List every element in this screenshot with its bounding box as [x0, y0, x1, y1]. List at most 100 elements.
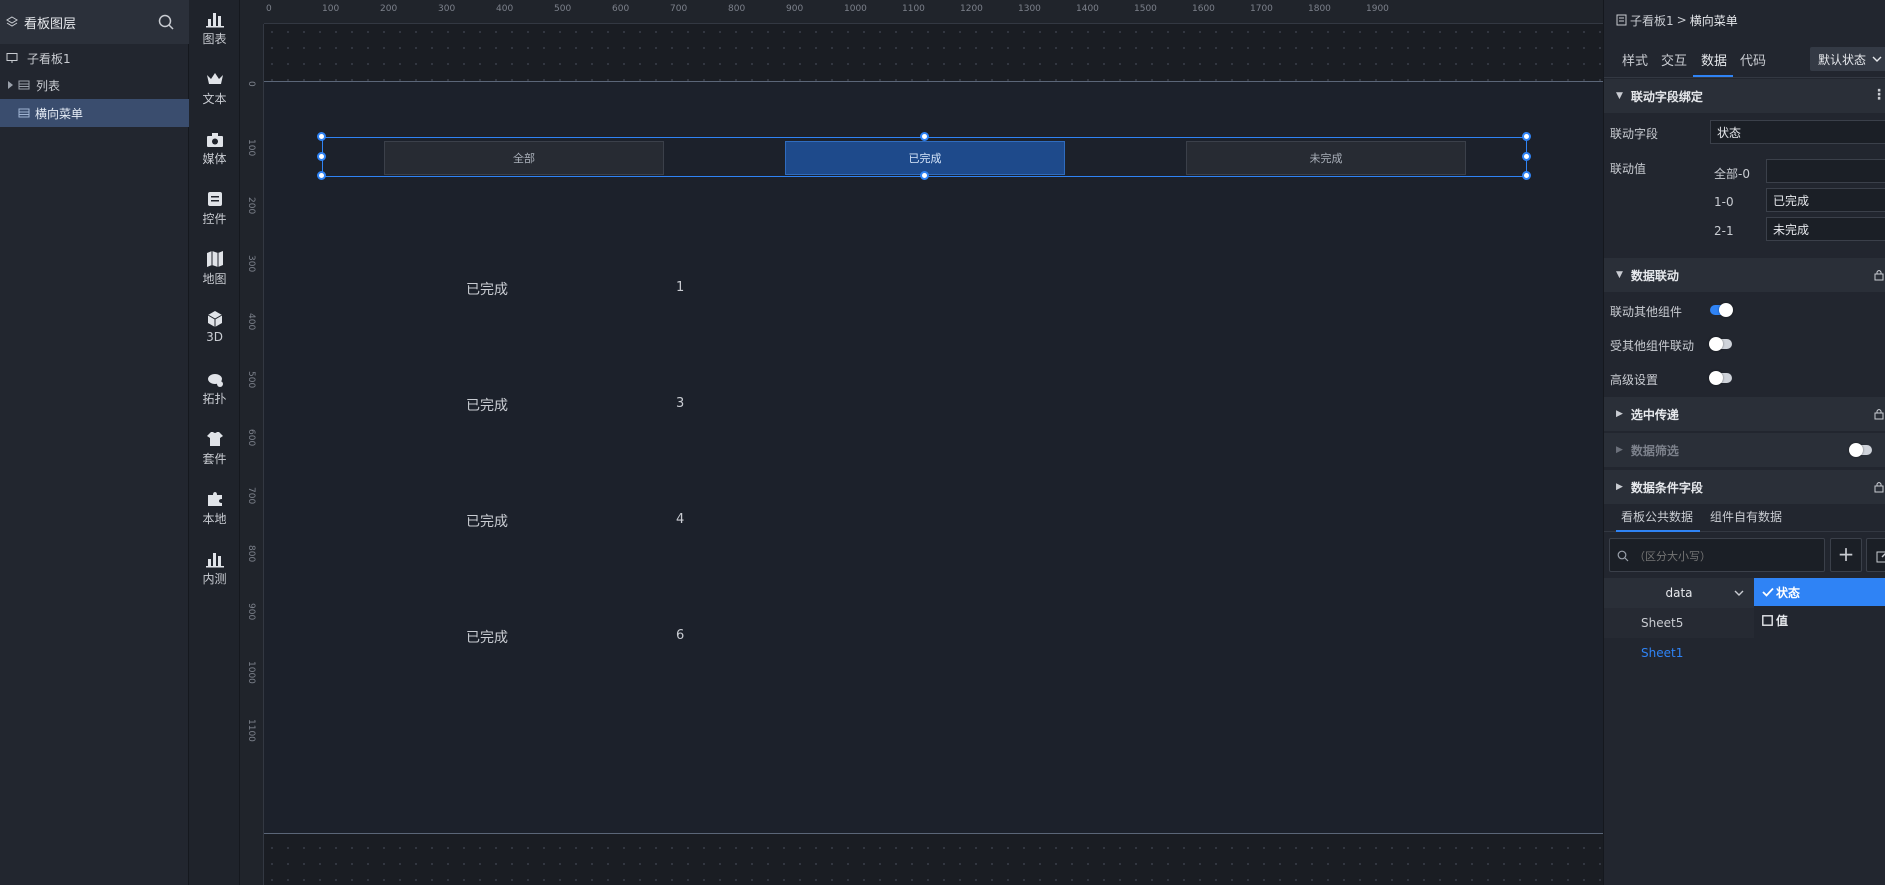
- lock-icon[interactable]: [1874, 408, 1884, 420]
- add-data-button[interactable]: +: [1830, 538, 1862, 572]
- component-3d[interactable]: 3D: [189, 300, 240, 350]
- component-widget[interactable]: 控件: [189, 180, 240, 230]
- more-icon[interactable]: ⋮: [1872, 87, 1885, 103]
- data-search-input[interactable]: [1632, 546, 1818, 566]
- toggle-label: 高级设置: [1610, 373, 1659, 387]
- ruler-top[interactable]: 0 100 200 300 400 500 600 700 800 900 1000 1100 1200…: [264, 0, 1603, 24]
- active-tab-indicator: [1693, 75, 1733, 77]
- list-row-label: 已完成: [466, 398, 508, 414]
- link-value-input[interactable]: [1766, 188, 1885, 212]
- ruler-tick-label: 400: [496, 4, 514, 14]
- tab-board-public-data[interactable]: 看板公共数据: [1621, 508, 1693, 525]
- ruler-tick-label: 900: [246, 603, 256, 621]
- ruler-tick-label: 1500: [1134, 4, 1157, 14]
- component-label: 媒体: [202, 152, 227, 166]
- component-bar: 图表 文本 媒体 控件 地图 3D 拓扑 套件 本地 内测: [189, 0, 240, 885]
- resize-handle[interactable]: [920, 171, 929, 180]
- section-select-pass[interactable]: ▶ 选中传递: [1604, 397, 1885, 431]
- menu-button-undone[interactable]: 未完成: [1186, 141, 1466, 175]
- board[interactable]: 全部 已完成 未完成 已完成 1 已完成 3 已完成 4 已完成 6: [264, 81, 1603, 834]
- tab-data[interactable]: 数据: [1701, 50, 1727, 69]
- layer-panel: 看板图层 子看板1 列表 横向菜单: [0, 0, 189, 885]
- resize-handle[interactable]: [920, 132, 929, 141]
- resize-handle[interactable]: [317, 132, 326, 141]
- breadcrumb-parent[interactable]: 子看板1: [1630, 12, 1674, 29]
- ruler-tick-label: 500: [554, 4, 572, 14]
- tab-style[interactable]: 样式: [1622, 50, 1648, 69]
- ruler-tick-label: 100: [322, 4, 340, 14]
- resize-handle[interactable]: [1522, 171, 1531, 180]
- link-value-input[interactable]: [1766, 159, 1885, 183]
- component-topology[interactable]: 拓扑: [189, 360, 240, 410]
- state-select[interactable]: 默认状态: [1810, 47, 1885, 71]
- puzzle-icon: [207, 492, 222, 506]
- section-data-link[interactable]: ▼ 数据联动: [1604, 258, 1885, 292]
- lock-icon[interactable]: [1874, 269, 1884, 281]
- menu-button-done[interactable]: 已完成: [785, 141, 1065, 175]
- chevron-down-icon: [1872, 56, 1882, 62]
- sheet-item[interactable]: Sheet5: [1604, 608, 1754, 638]
- edit-data-button[interactable]: [1866, 538, 1885, 572]
- ruler-left[interactable]: 0 100 200 300 400 500 600 700 800 900 1000 1100: [240, 24, 264, 885]
- component-beta[interactable]: 内测: [189, 540, 240, 590]
- bar-chart-icon: [205, 553, 224, 568]
- component-chart[interactable]: 图表: [189, 0, 240, 50]
- layer-item-label: 子看板1: [27, 51, 71, 66]
- ruler-tick-label: 1700: [1250, 4, 1273, 14]
- link-field-input[interactable]: [1710, 120, 1885, 144]
- link-other-toggle[interactable]: [1710, 303, 1733, 317]
- section-title: 选中传递: [1630, 407, 1679, 422]
- horizontal-menu[interactable]: 全部 已完成 未完成: [317, 132, 1531, 180]
- section-title: 数据条件字段: [1630, 480, 1703, 495]
- field-item-value[interactable]: 值: [1754, 606, 1885, 634]
- component-label: 本地: [202, 512, 227, 526]
- list-row-value: 3: [676, 396, 685, 411]
- menu-button-all[interactable]: 全部: [384, 141, 664, 175]
- resize-handle[interactable]: [1522, 152, 1531, 161]
- component-kit[interactable]: 套件: [189, 420, 240, 470]
- menu-icon: [18, 108, 30, 118]
- linked-by-others-toggle[interactable]: [1709, 337, 1732, 351]
- search-icon[interactable]: [157, 13, 175, 31]
- layer-panel-title: 看板图层: [24, 16, 77, 32]
- link-value-input[interactable]: [1766, 217, 1885, 241]
- sheet-item[interactable]: Sheet1: [1604, 638, 1754, 668]
- layer-item-list[interactable]: 列表: [0, 71, 189, 99]
- section-link-binding[interactable]: ▼ 联动字段绑定 ⋮: [1604, 79, 1885, 113]
- tab-interaction[interactable]: 交互: [1661, 50, 1687, 69]
- lock-icon[interactable]: [1874, 481, 1884, 493]
- ruler-tick-label: 300: [438, 4, 456, 14]
- layer-item-subboard[interactable]: 子看板1: [0, 44, 189, 72]
- component-label: 3D: [206, 330, 223, 344]
- link-value-key: 1-0: [1714, 195, 1734, 209]
- component-label: 拓扑: [202, 392, 227, 406]
- caret-right-icon[interactable]: [6, 80, 14, 90]
- component-map[interactable]: 地图: [189, 240, 240, 290]
- tab-component-own-data[interactable]: 组件自有数据: [1710, 508, 1782, 525]
- component-media[interactable]: 媒体: [189, 120, 240, 170]
- caret-right-icon: ▶: [1616, 409, 1623, 419]
- data-search-box[interactable]: [1609, 538, 1825, 572]
- component-local[interactable]: 本地: [189, 480, 240, 530]
- crown-icon: [206, 73, 223, 84]
- layer-item-hmenu[interactable]: 横向菜单: [0, 99, 189, 127]
- list-row-label: 已完成: [466, 514, 508, 530]
- field-list: 状态 值: [1754, 578, 1885, 878]
- advanced-settings-toggle[interactable]: [1709, 371, 1732, 385]
- link-value-key: 全部-0: [1714, 167, 1750, 181]
- field-item-status[interactable]: 状态: [1754, 578, 1885, 606]
- section-data-filter[interactable]: ▶ 数据筛选: [1604, 433, 1885, 467]
- resize-handle[interactable]: [1522, 132, 1531, 141]
- checkbox-icon[interactable]: [1762, 615, 1773, 626]
- tab-code[interactable]: 代码: [1740, 50, 1766, 69]
- resize-handle[interactable]: [317, 152, 326, 161]
- list-row-value: 4: [676, 512, 685, 527]
- cube-icon: [207, 311, 222, 327]
- canvas-area[interactable]: 0 100 200 300 400 500 600 700 800 900 1000 1100 1200…: [240, 0, 1603, 885]
- resize-handle[interactable]: [317, 171, 326, 180]
- ruler-tick-label: 1200: [960, 4, 983, 14]
- data-source-header[interactable]: data: [1604, 578, 1754, 608]
- component-text[interactable]: 文本: [189, 60, 240, 110]
- data-source-tabs: 看板公共数据 组件自有数据: [1604, 498, 1885, 532]
- data-filter-toggle[interactable]: [1849, 443, 1872, 457]
